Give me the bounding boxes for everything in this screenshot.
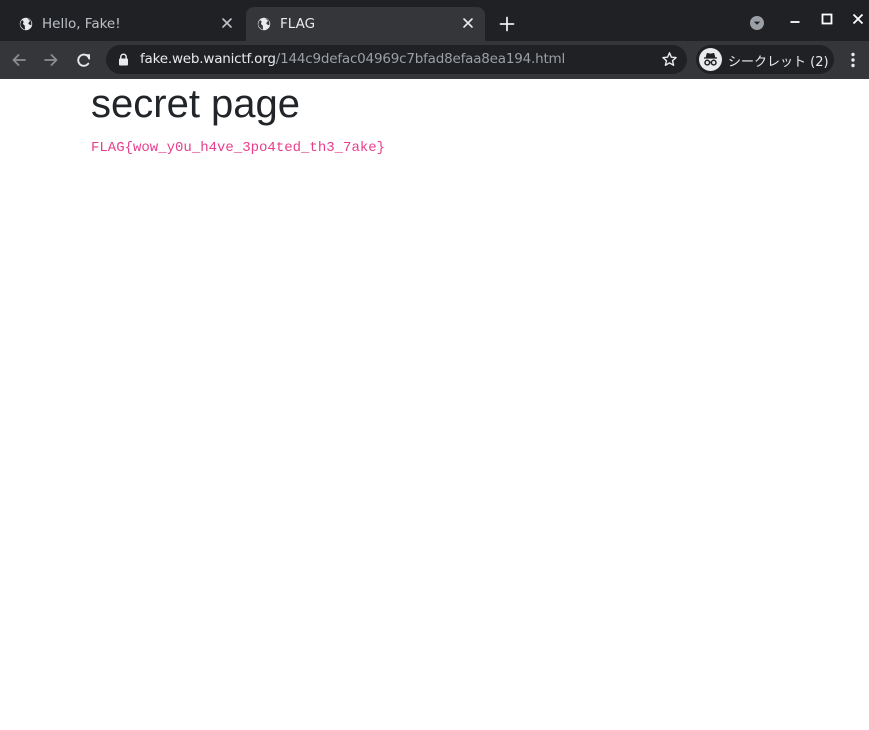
- tab-title: Hello, Fake!: [42, 16, 121, 32]
- globe-icon: [257, 17, 271, 31]
- url-host: fake.web.wanictf.org: [140, 51, 276, 67]
- back-arrow-icon[interactable]: [9, 50, 29, 70]
- lock-icon[interactable]: [118, 53, 129, 66]
- tab-hello-fake[interactable]: Hello, Fake!: [8, 7, 244, 41]
- window-close-icon[interactable]: [851, 12, 865, 26]
- bookmark-star-icon[interactable]: [661, 51, 678, 68]
- incognito-indicator[interactable]: シークレット (2): [696, 45, 834, 74]
- more-menu-icon[interactable]: [845, 50, 861, 70]
- browser-chrome: Hello, Fake! FLAG fake.web.wanictf.org/1…: [0, 0, 869, 79]
- incognito-label: シークレット (2): [728, 55, 829, 70]
- url-path: /144c9defac04969c7bfad8efaa8ea194.html: [275, 51, 566, 67]
- address-bar[interactable]: fake.web.wanictf.org/144c9defac04969c7bf…: [106, 45, 687, 74]
- incognito-icon: [699, 48, 722, 71]
- globe-icon: [19, 17, 33, 31]
- reload-icon[interactable]: [74, 50, 94, 70]
- tab-title: FLAG: [280, 16, 316, 32]
- flag-text: FLAG{wow_y0u_h4ve_3po4ted_th3_7ake}: [91, 140, 386, 156]
- url-text[interactable]: fake.web.wanictf.org/144c9defac04969c7bf…: [140, 51, 565, 67]
- page-title: secret page: [91, 82, 301, 126]
- minimize-icon[interactable]: [788, 12, 802, 26]
- forward-arrow-icon[interactable]: [41, 50, 61, 70]
- tab-strip: Hello, Fake! FLAG: [0, 0, 869, 41]
- maximize-icon[interactable]: [820, 12, 834, 26]
- page-content: secret page FLAG{wow_y0u_h4ve_3po4ted_th…: [0, 79, 869, 730]
- close-icon[interactable]: [461, 16, 475, 30]
- close-icon[interactable]: [220, 16, 234, 30]
- tab-search-icon[interactable]: [749, 15, 765, 31]
- tab-flag[interactable]: FLAG: [246, 7, 485, 41]
- new-tab-icon[interactable]: [498, 15, 516, 33]
- browser-toolbar: fake.web.wanictf.org/144c9defac04969c7bf…: [0, 41, 869, 79]
